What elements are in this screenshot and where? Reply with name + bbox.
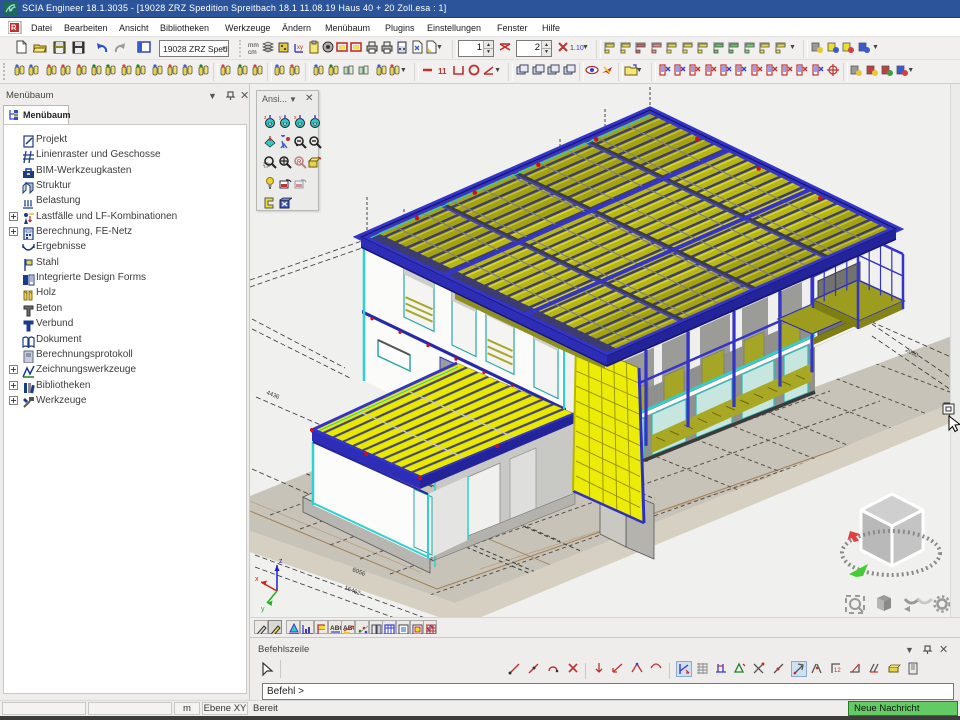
svg-text:1.: 1.: [570, 45, 576, 52]
svg-text:cm: cm: [248, 49, 257, 54]
svg-text:x: x: [255, 576, 259, 583]
svg-text:4436: 4436: [265, 390, 280, 401]
svg-text:y: y: [261, 606, 265, 613]
svg-text:R: R: [297, 160, 302, 166]
svg-text:xy: xy: [297, 45, 303, 51]
svg-text:mm: mm: [248, 42, 259, 49]
svg-text:ABC: ABC: [330, 625, 341, 632]
svg-text:12: 12: [834, 668, 841, 674]
svg-text:11: 11: [438, 67, 447, 76]
svg-text:z: z: [279, 558, 283, 565]
